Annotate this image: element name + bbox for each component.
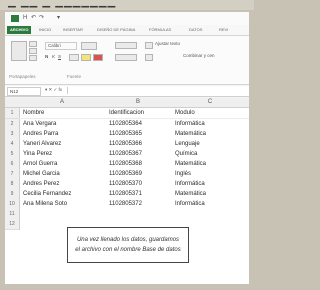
clipboard-group-label: Portapapeles — [9, 74, 36, 79]
cell-name[interactable]: Ana Milena Soto — [23, 199, 103, 209]
excel-screenshot: H ↶ ↷ ▾ ARCHIVO INICIO INSERTAR DISEÑO D… — [5, 12, 249, 284]
tab-insertar[interactable]: INSERTAR — [63, 26, 83, 34]
cell-module[interactable]: Informática — [175, 119, 245, 129]
cell-name[interactable]: Michel Garcia — [23, 169, 103, 179]
cell-name[interactable] — [23, 209, 103, 219]
row-header[interactable]: 12 — [5, 219, 20, 230]
cell-module[interactable]: Química — [175, 149, 245, 159]
orientation-icon[interactable] — [145, 42, 153, 49]
formula-input[interactable] — [67, 87, 246, 94]
excel-logo-icon — [11, 15, 19, 22]
cell-name[interactable]: Ana Vergara — [23, 119, 103, 129]
cell-name[interactable]: Nombre — [23, 108, 103, 118]
ribbon-tabs: ARCHIVO INICIO INSERTAR DISEÑO DE PÁGINA… — [5, 25, 249, 36]
italic-button[interactable]: K — [52, 54, 55, 59]
tab-revisar[interactable]: REVI — [219, 26, 228, 34]
cell-module[interactable]: Lenguaje — [175, 139, 245, 149]
column-header-b[interactable]: B — [105, 98, 172, 108]
paste-icon[interactable] — [11, 41, 27, 61]
instruction-note: Una vez llenado los datos, guardamos el … — [67, 227, 189, 263]
tab-formulas[interactable]: FÓRMULAS — [149, 26, 171, 34]
cell-name[interactable]: Andres Parra — [23, 129, 103, 139]
undo-icon[interactable]: ↶ — [31, 15, 36, 22]
cell-name[interactable]: Arnol Guerra — [23, 159, 103, 169]
copy-icon[interactable] — [29, 48, 37, 54]
formula-icons: ▾ ✕ ✓ fx — [45, 87, 63, 92]
cell-module[interactable] — [175, 209, 245, 219]
cut-icon[interactable] — [29, 41, 37, 47]
borders-icon[interactable] — [69, 54, 79, 61]
cell-id[interactable]: 1102805364 — [109, 119, 169, 129]
fill-color-icon[interactable] — [81, 54, 91, 61]
tab-diseno[interactable]: DISEÑO DE PÁGINA — [97, 26, 135, 34]
cell-module[interactable]: Informática — [175, 179, 245, 189]
font-group-label: Fuente — [67, 74, 82, 79]
column-header-c[interactable]: C — [171, 98, 249, 108]
cell-id[interactable]: Identificacion — [109, 108, 169, 118]
align-top-icon[interactable] — [115, 42, 137, 49]
cell-name[interactable]: Cecilia Fernandez — [23, 189, 103, 199]
align-left-icon[interactable] — [115, 54, 137, 61]
font-color-icon[interactable] — [93, 54, 103, 61]
merge-center-button[interactable]: Combinar y cen — [183, 53, 215, 58]
cell-module[interactable]: Matemática — [175, 189, 245, 199]
tab-inicio[interactable]: INICIO — [39, 26, 51, 34]
redo-icon[interactable]: ↷ — [39, 15, 44, 22]
font-name-select[interactable]: Calibri — [45, 42, 77, 50]
tab-datos[interactable]: DATOS — [189, 26, 202, 34]
cell-id[interactable] — [109, 209, 169, 219]
quick-access-toolbar: H ↶ ↷ ▾ — [5, 12, 249, 25]
cell-id[interactable]: 1102805365 — [109, 129, 169, 139]
select-all-corner[interactable] — [5, 98, 20, 108]
row-header[interactable]: 1 — [5, 108, 20, 119]
tab-archivo[interactable]: ARCHIVO — [7, 26, 32, 34]
top-band: ▁ ▁▁ ▁ ▁▁▁▁▁▁▁ — [0, 0, 254, 10]
format-painter-icon[interactable] — [29, 55, 37, 61]
cell-id[interactable]: 1102805367 — [109, 149, 169, 159]
ribbon: Calibri N K S Ajustar texto Combinar y c… — [5, 36, 249, 85]
name-box[interactable]: N12 — [7, 87, 41, 96]
note-line-2: el archivo con el nombre Base de datos — [75, 247, 181, 253]
cell-module[interactable]: Modulo — [175, 108, 245, 118]
cell-id[interactable]: 1102805372 — [109, 199, 169, 209]
cell-name[interactable]: Yina Perez — [23, 149, 103, 159]
column-header-a[interactable]: A — [19, 98, 106, 108]
cell-module[interactable]: Matemática — [175, 159, 245, 169]
cell-id[interactable]: 1102805368 — [109, 159, 169, 169]
bold-button[interactable]: N — [45, 54, 48, 59]
cell-id[interactable]: 1102805369 — [109, 169, 169, 179]
cell-id[interactable]: 1102805371 — [109, 189, 169, 199]
font-size-select[interactable] — [81, 42, 97, 50]
cell-id[interactable]: 1102805370 — [109, 179, 169, 189]
cell-name[interactable]: Andres Perez — [23, 179, 103, 189]
cell-name[interactable]: Yaneri Alvarez — [23, 139, 103, 149]
indent-icon[interactable] — [145, 54, 153, 61]
cell-module[interactable]: Inglés — [175, 169, 245, 179]
underline-button[interactable]: S — [58, 54, 61, 59]
top-band-text: ▁ ▁▁ ▁ ▁▁▁▁▁▁▁ — [8, 0, 117, 8]
cell-module[interactable]: Matemática — [175, 129, 245, 139]
cell-module[interactable]: Informática — [175, 199, 245, 209]
customize-qat-icon[interactable]: ▾ — [57, 15, 60, 22]
cell-id[interactable]: 1102805366 — [109, 139, 169, 149]
wrap-text-button[interactable]: Ajustar texto — [155, 41, 180, 46]
note-line-1: Una vez llenado los datos, guardamos — [76, 237, 180, 243]
save-icon[interactable]: H — [23, 15, 27, 22]
formula-bar: N12 ▾ ✕ ✓ fx — [5, 86, 249, 97]
